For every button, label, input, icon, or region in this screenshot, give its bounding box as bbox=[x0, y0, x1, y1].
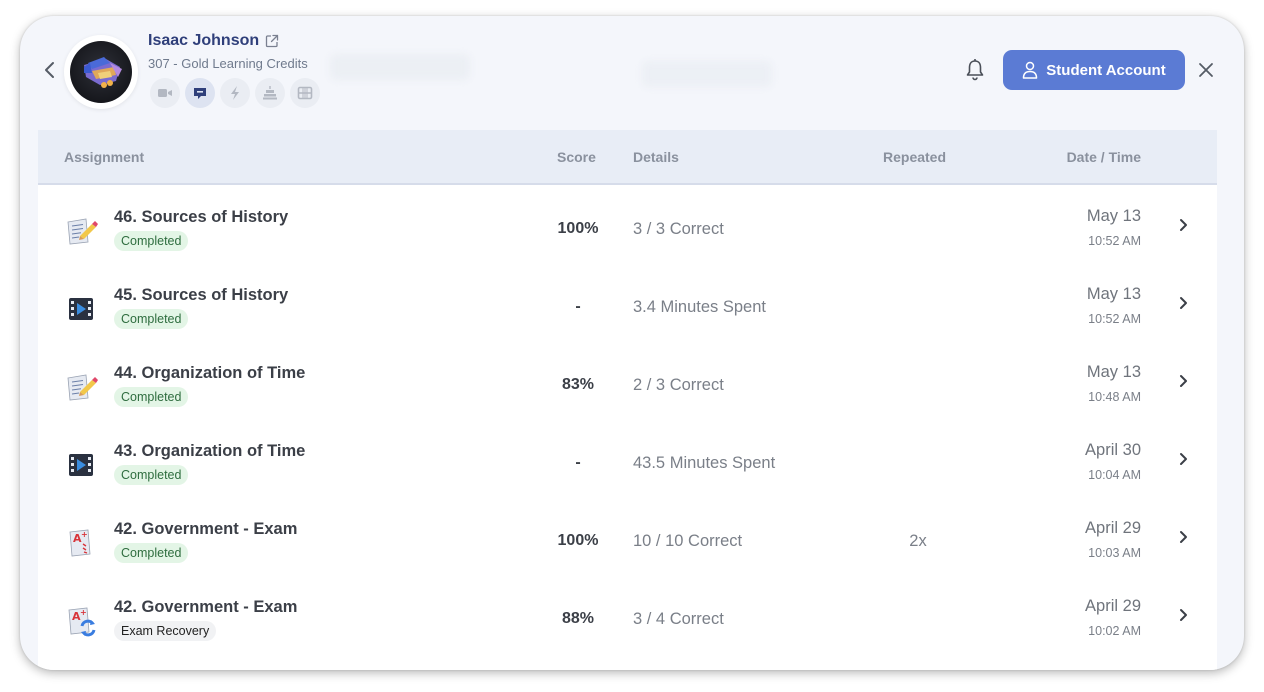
edit-external-icon[interactable] bbox=[265, 34, 279, 48]
panel-header: Isaac Johnson 307 - Gold Learning Credit… bbox=[20, 16, 1244, 130]
column-header-details[interactable]: Details bbox=[633, 149, 679, 165]
user-name: Isaac Johnson bbox=[148, 32, 279, 50]
worksheet-icon bbox=[64, 214, 98, 248]
chevron-right-icon[interactable] bbox=[1177, 296, 1189, 310]
time-value: 10:04 AM bbox=[1088, 468, 1141, 482]
assignments-table: Assignment Score Details Repeated Date /… bbox=[38, 130, 1217, 670]
score-value: 88% bbox=[561, 610, 595, 627]
table-row[interactable]: 45. Sources of History Completed - 3.4 M… bbox=[38, 263, 1217, 341]
details-value: 3 / 3 Correct bbox=[633, 220, 724, 238]
assignment-title: 42. Government - Exam bbox=[114, 520, 298, 538]
user-icon bbox=[1023, 61, 1038, 79]
learning-credits: 307 - Gold Learning Credits bbox=[148, 56, 308, 71]
score-value: - bbox=[575, 298, 581, 315]
chevron-right-icon[interactable] bbox=[1177, 608, 1189, 622]
close-icon[interactable] bbox=[1196, 60, 1216, 80]
details-value: 2 / 3 Correct bbox=[633, 376, 724, 394]
details-value: 43.5 Minutes Spent bbox=[633, 454, 776, 472]
back-chevron-icon[interactable] bbox=[40, 58, 60, 82]
date-value: May 13 bbox=[1086, 207, 1141, 225]
cake-icon bbox=[263, 86, 277, 100]
details-value: 10 / 10 Correct bbox=[633, 532, 743, 550]
film-icon bbox=[297, 86, 313, 100]
status-badge: Completed bbox=[114, 387, 189, 407]
student-account-button[interactable]: Student Account bbox=[1003, 50, 1185, 90]
table-body: 46. Sources of History Completed 100% 3 … bbox=[38, 185, 1217, 653]
video-camera-icon bbox=[158, 89, 172, 97]
repeated-value: 2x bbox=[909, 532, 927, 550]
time-value: 10:52 AM bbox=[1088, 234, 1141, 248]
table-row[interactable]: A + 42. Government - Exam Exam Recovery 8… bbox=[38, 575, 1217, 653]
score-value: - bbox=[575, 454, 581, 471]
blurred-placeholder bbox=[330, 54, 470, 80]
table-row[interactable]: 43. Organization of Time Completed - 43.… bbox=[38, 419, 1217, 497]
column-header-score[interactable]: Score bbox=[557, 149, 596, 165]
status-badge: Completed bbox=[114, 465, 189, 485]
date-value: May 13 bbox=[1086, 285, 1141, 303]
details-value: 3.4 Minutes Spent bbox=[633, 298, 766, 316]
chat-button[interactable] bbox=[185, 78, 215, 108]
assignment-title: 44. Organization of Time bbox=[114, 364, 306, 382]
score-value: 100% bbox=[557, 532, 599, 549]
table-row[interactable]: 46. Sources of History Completed 100% 3 … bbox=[38, 185, 1217, 263]
chevron-right-icon[interactable] bbox=[1177, 530, 1189, 544]
chevron-right-icon[interactable] bbox=[1177, 452, 1189, 466]
time-value: 10:02 AM bbox=[1088, 624, 1141, 638]
user-name-text: Isaac Johnson bbox=[148, 32, 260, 49]
spaceship-avatar-icon bbox=[84, 57, 122, 88]
date-value: May 13 bbox=[1086, 363, 1141, 381]
cake-button[interactable] bbox=[255, 78, 285, 108]
date-value: April 29 bbox=[1085, 519, 1141, 537]
lightning-icon bbox=[231, 86, 239, 100]
worksheet-icon bbox=[64, 370, 98, 404]
film-button[interactable] bbox=[290, 78, 320, 108]
avatar[interactable] bbox=[64, 35, 138, 109]
status-badge: Completed bbox=[114, 231, 189, 251]
table-header: Assignment Score Details Repeated Date /… bbox=[38, 130, 1217, 185]
time-value: 10:48 AM bbox=[1088, 390, 1141, 404]
quick-action-icons bbox=[150, 78, 320, 108]
time-value: 10:52 AM bbox=[1088, 312, 1141, 326]
video-icon bbox=[64, 448, 98, 482]
score-value: 100% bbox=[557, 220, 599, 237]
lightning-button[interactable] bbox=[220, 78, 250, 108]
chevron-right-icon[interactable] bbox=[1177, 218, 1189, 232]
assignment-title: 45. Sources of History bbox=[114, 286, 289, 304]
time-value: 10:03 AM bbox=[1088, 546, 1141, 560]
chat-bubble-icon bbox=[194, 88, 206, 99]
table-row[interactable]: 44. Organization of Time Completed 83% 2… bbox=[38, 341, 1217, 419]
assignment-title: 42. Government - Exam bbox=[114, 598, 298, 616]
notification-bell-icon[interactable] bbox=[964, 58, 986, 82]
score-value: 83% bbox=[561, 376, 595, 393]
avatar-image bbox=[70, 41, 132, 103]
table-row[interactable]: A + 42. Government - Exam Completed 100% … bbox=[38, 497, 1217, 575]
student-detail-panel: Isaac Johnson 307 - Gold Learning Credit… bbox=[20, 16, 1244, 670]
assignment-title: 46. Sources of History bbox=[114, 208, 289, 226]
chevron-right-icon[interactable] bbox=[1177, 374, 1189, 388]
exam-icon: A + bbox=[64, 526, 98, 560]
column-header-repeated[interactable]: Repeated bbox=[883, 149, 946, 165]
student-account-label: Student Account bbox=[1046, 61, 1166, 79]
assignment-title: 43. Organization of Time bbox=[114, 442, 306, 460]
svg-text:+: + bbox=[81, 530, 88, 539]
date-value: April 30 bbox=[1085, 441, 1141, 459]
status-badge: Completed bbox=[114, 309, 189, 329]
details-value: 3 / 4 Correct bbox=[633, 610, 724, 628]
exam-recovery-icon: A + bbox=[64, 604, 98, 638]
video-icon bbox=[64, 292, 98, 326]
status-badge: Exam Recovery bbox=[114, 621, 217, 641]
svg-text:+: + bbox=[80, 608, 87, 617]
status-badge: Completed bbox=[114, 543, 189, 563]
date-value: April 29 bbox=[1085, 597, 1141, 615]
column-header-date-time[interactable]: Date / Time bbox=[1067, 149, 1141, 165]
video-camera-button[interactable] bbox=[150, 78, 180, 108]
blurred-placeholder bbox=[642, 61, 772, 87]
column-header-assignment[interactable]: Assignment bbox=[64, 149, 144, 165]
